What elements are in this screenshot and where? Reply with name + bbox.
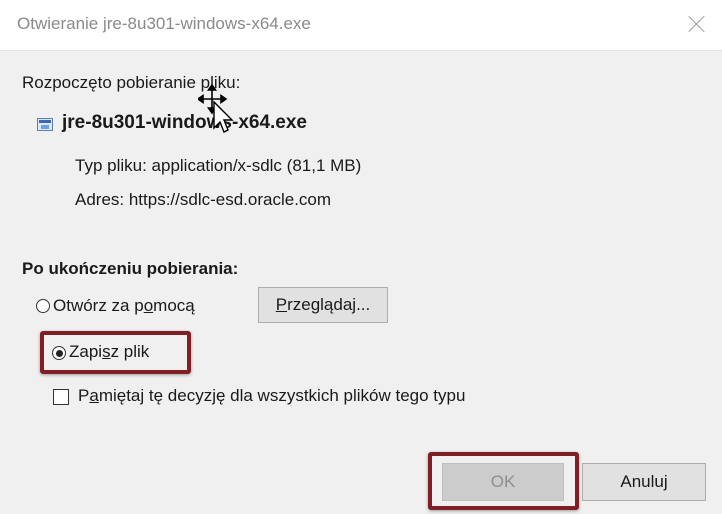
file-name: jre-8u301-windows-x64.exe	[62, 112, 307, 133]
remember-decision-checkbox[interactable]	[53, 389, 69, 405]
remember-decision-label[interactable]: Pamiętaj tę decyzję dla wszystkich plikó…	[78, 386, 465, 406]
open-with-radio[interactable]	[36, 299, 50, 313]
cancel-button[interactable]: Anuluj	[582, 463, 706, 501]
title-bar: Otwieranie jre-8u301-windows-x64.exe	[0, 0, 722, 51]
close-icon[interactable]	[686, 13, 708, 35]
file-address-info: Adres: https://sdlc-esd.oracle.com	[75, 190, 332, 209]
move-cursor-icon	[198, 84, 234, 133]
open-with-label[interactable]: Otwórz za pomocą	[53, 296, 195, 316]
save-file-radio[interactable]	[52, 346, 66, 360]
file-type-info: Typ pliku: application/x-sdlc (81,1 MB)	[75, 156, 362, 175]
executable-file-icon	[37, 118, 53, 131]
window-title: Otwieranie jre-8u301-windows-x64.exe	[17, 14, 311, 33]
save-file-label[interactable]: Zapisz plik	[69, 342, 149, 362]
browse-button[interactable]: Przeglądaj...	[258, 287, 388, 323]
download-dialog: Otwieranie jre-8u301-windows-x64.exe Roz…	[0, 0, 722, 514]
ok-button[interactable]: OK	[442, 463, 564, 501]
after-download-label: Po ukończeniu pobierania:	[22, 259, 239, 278]
